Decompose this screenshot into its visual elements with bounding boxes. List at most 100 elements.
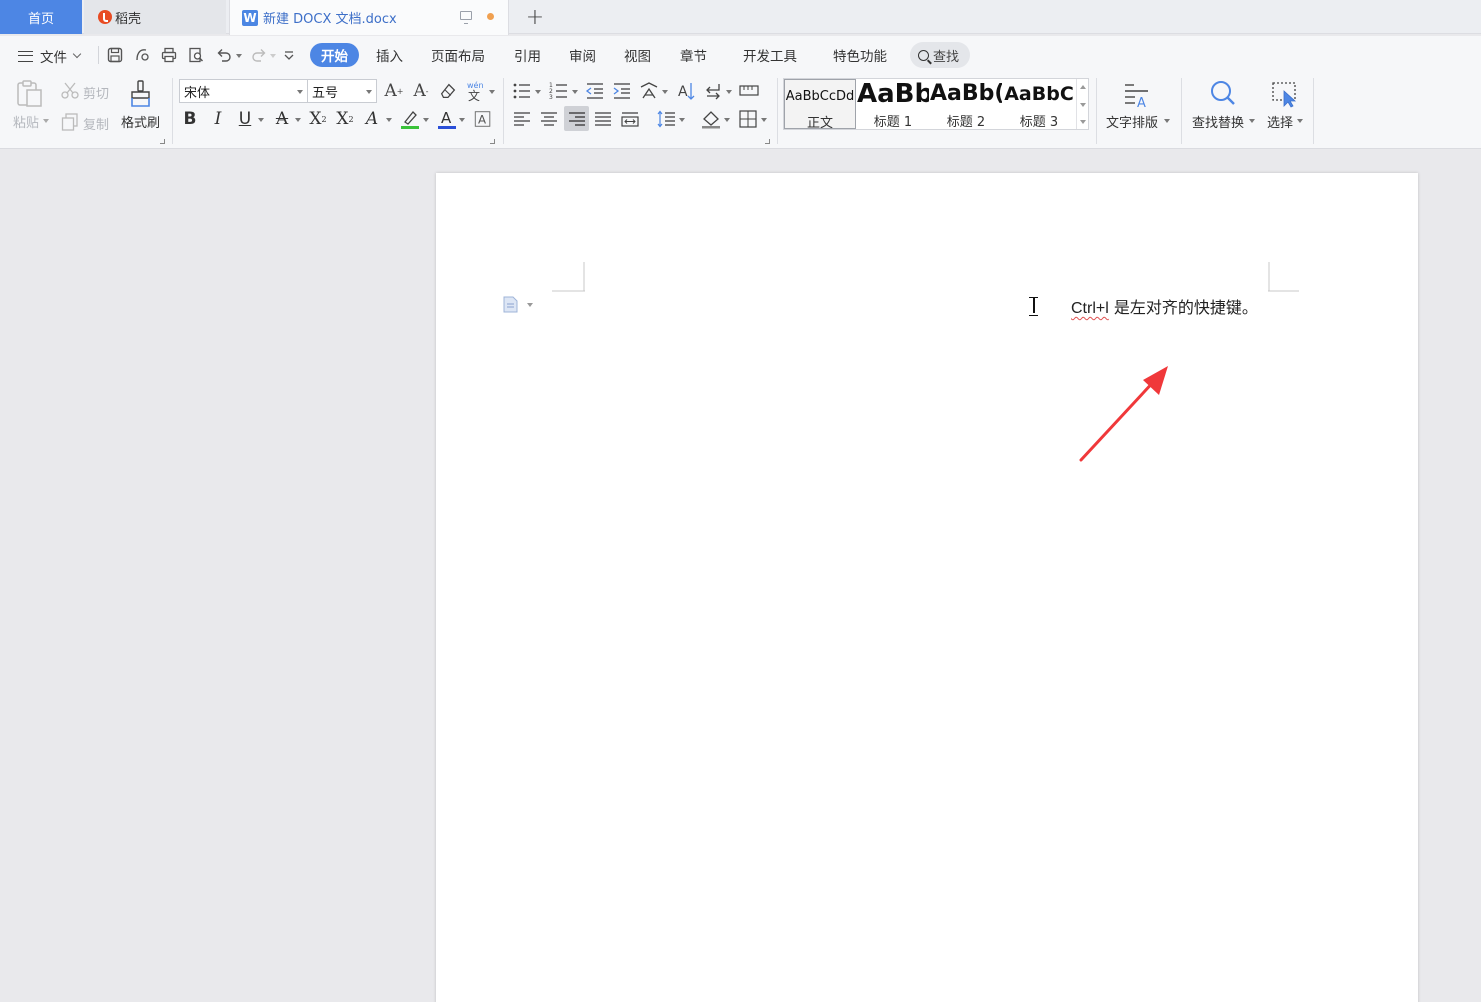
paste-button[interactable]: 粘贴: [13, 112, 39, 131]
paste-dropdown-icon[interactable]: [43, 119, 49, 123]
select-button[interactable]: 选择: [1267, 112, 1293, 131]
italic-button[interactable]: I: [208, 108, 228, 130]
grow-font-icon[interactable]: A +: [384, 80, 404, 102]
bold-button[interactable]: B: [180, 108, 200, 130]
font-name-select[interactable]: 宋体: [179, 79, 308, 103]
tab-references[interactable]: 引用: [514, 43, 541, 67]
shading-icon[interactable]: [700, 108, 722, 130]
line-spacing-dropdown-icon[interactable]: [679, 118, 685, 122]
text-effect-icon[interactable]: A: [362, 108, 382, 130]
tab-chapter[interactable]: 章节: [680, 43, 707, 67]
add-tab-button[interactable]: +: [523, 4, 547, 30]
distribute-icon[interactable]: [619, 108, 641, 130]
align-left-icon[interactable]: [511, 108, 533, 130]
paragraph-handle-dropdown-icon[interactable]: [527, 303, 533, 307]
strikethrough-icon[interactable]: A: [272, 108, 292, 130]
tab-daoke[interactable]: 稻壳: [84, 0, 226, 34]
tab-home[interactable]: 首页: [0, 0, 82, 34]
styles-scroll[interactable]: [1076, 79, 1088, 129]
font-color-dropdown-icon[interactable]: [459, 118, 465, 122]
undo-icon[interactable]: [214, 45, 234, 65]
line-spacing-icon[interactable]: [655, 108, 677, 130]
shrink-font-icon[interactable]: A-: [411, 80, 431, 102]
tab-developer[interactable]: 开发工具: [743, 43, 797, 67]
increase-indent-icon[interactable]: [611, 80, 633, 102]
style-heading-2[interactable]: AaBb( 标题 2: [930, 79, 1002, 130]
char-border-icon[interactable]: A: [472, 108, 494, 130]
numbered-list-icon[interactable]: 123: [548, 80, 570, 102]
numbering-dropdown-icon[interactable]: [572, 90, 578, 94]
tab-start[interactable]: 开始: [310, 43, 359, 67]
format-painter-label: 格式刷: [121, 116, 161, 131]
undo-dropdown-icon[interactable]: [236, 54, 242, 58]
format-painter-icon[interactable]: [127, 79, 155, 109]
document-text[interactable]: Ctrl+l 是左对齐的快捷键。: [1071, 294, 1258, 318]
underline-dropdown-icon[interactable]: [258, 118, 264, 122]
tab-view[interactable]: 视图: [624, 43, 651, 67]
tab-page-layout[interactable]: 页面布局: [431, 43, 485, 67]
chevron-down-icon[interactable]: [1080, 103, 1086, 107]
style-normal[interactable]: AaBbCcDd 正文: [784, 79, 856, 131]
tab-insert[interactable]: 插入: [376, 43, 403, 67]
strikethrough-dropdown-icon[interactable]: [295, 118, 301, 122]
pinyin-dropdown-icon[interactable]: [489, 90, 495, 94]
tab-features[interactable]: 特色功能: [833, 43, 887, 67]
save-icon[interactable]: [105, 45, 125, 65]
style-heading-1[interactable]: AaBb 标题 1: [857, 79, 929, 130]
bullet-dropdown-icon[interactable]: [535, 90, 541, 94]
find-replace-button[interactable]: 查找替换: [1192, 112, 1244, 131]
customize-toolbar-icon[interactable]: [279, 45, 299, 65]
text-layout-dropdown-icon[interactable]: [1164, 119, 1170, 123]
eraser-icon[interactable]: [437, 80, 459, 102]
borders-icon[interactable]: [737, 108, 759, 130]
select-dropdown-icon[interactable]: [1297, 119, 1303, 123]
subscript-icon[interactable]: X2: [335, 108, 355, 130]
document-page[interactable]: [436, 173, 1418, 1002]
font-size-select[interactable]: 五号: [307, 79, 377, 103]
chinese-layout-dropdown-icon[interactable]: [662, 90, 668, 94]
font-color-icon[interactable]: A: [436, 108, 458, 130]
superscript-icon[interactable]: X2: [308, 108, 328, 130]
highlight-dropdown-icon[interactable]: [423, 118, 429, 122]
highlight-icon[interactable]: [399, 108, 421, 130]
print-preview-icon[interactable]: [186, 45, 206, 65]
tab-review[interactable]: 审阅: [569, 43, 596, 67]
sort-icon[interactable]: A: [675, 80, 697, 102]
text-effect-dropdown-icon[interactable]: [386, 118, 392, 122]
style-heading-3[interactable]: AaBbC 标题 3: [1003, 79, 1075, 130]
align-center-icon[interactable]: [538, 108, 560, 130]
copy-button: 复制: [83, 114, 109, 133]
print-icon[interactable]: [159, 45, 179, 65]
text-layout-icon[interactable]: A: [1122, 80, 1152, 110]
monitor-icon[interactable]: [460, 11, 472, 24]
select-icon[interactable]: [1270, 79, 1300, 109]
clipboard-launcher-icon[interactable]: [160, 139, 165, 144]
search-button[interactable]: 查找: [910, 42, 970, 68]
shading-dropdown-icon[interactable]: [724, 118, 730, 122]
tab-stops-icon[interactable]: [738, 80, 760, 102]
chinese-layout-icon[interactable]: [638, 80, 660, 102]
paste-icon[interactable]: [14, 79, 44, 109]
marks-dropdown-icon[interactable]: [726, 90, 732, 94]
font-launcher-icon[interactable]: [490, 139, 495, 144]
file-menu-button[interactable]: 文件: [18, 45, 82, 67]
copy-label: 复制: [83, 118, 110, 133]
decrease-indent-icon[interactable]: [584, 80, 606, 102]
justify-icon[interactable]: [592, 108, 614, 130]
find-replace-dropdown-icon[interactable]: [1249, 119, 1255, 123]
tab-document[interactable]: W 新建 DOCX 文档.docx: [229, 0, 509, 35]
underline-button[interactable]: U: [235, 108, 255, 130]
expand-gallery-icon[interactable]: [1080, 120, 1086, 124]
paragraph-launcher-icon[interactable]: [765, 139, 770, 144]
output-pdf-icon[interactable]: [132, 45, 152, 65]
bullet-list-icon[interactable]: [511, 80, 533, 102]
borders-dropdown-icon[interactable]: [761, 118, 767, 122]
text-layout-button[interactable]: 文字排版: [1106, 112, 1158, 131]
show-hide-marks-icon[interactable]: [702, 80, 724, 102]
find-replace-icon[interactable]: [1208, 79, 1238, 109]
pinyin-guide-icon[interactable]: wén 文: [464, 80, 486, 102]
format-painter-button[interactable]: 格式刷: [121, 112, 160, 131]
paragraph-handle-icon[interactable]: [503, 296, 518, 313]
align-right-icon[interactable]: [564, 106, 589, 131]
chevron-up-icon[interactable]: [1080, 85, 1086, 89]
